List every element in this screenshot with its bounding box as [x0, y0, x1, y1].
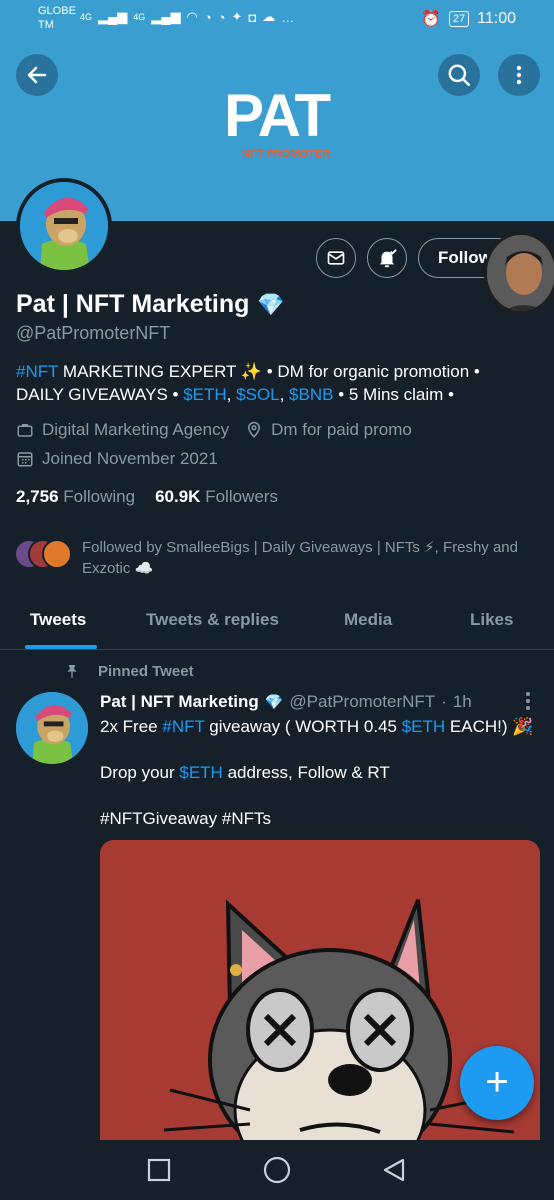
- more-button[interactable]: [498, 54, 540, 96]
- chat-head-bubble[interactable]: [484, 232, 554, 314]
- tweet-header: Pat | NFT Marketing 💎 @PatPromoterNFT · …: [100, 692, 472, 712]
- home-button[interactable]: [263, 1156, 291, 1184]
- followed-by-row[interactable]: Followed by SmalleeBigs | Daily Giveaway…: [14, 537, 534, 579]
- hashtag-link[interactable]: #NFT: [16, 362, 58, 381]
- tab-tweets-replies[interactable]: Tweets & replies: [146, 610, 279, 630]
- messenger-icon-2: ◔: [217, 9, 226, 25]
- message-button[interactable]: [316, 238, 356, 278]
- instagram-icon: ◘: [248, 9, 257, 25]
- profile-bio: #NFT MARKETING EXPERT ✨ • DM for organic…: [16, 362, 480, 404]
- banner-logo-text: PAT: [224, 82, 331, 149]
- calendar-icon: [17, 452, 33, 467]
- signal-bars-icon-2: ▂▄▆: [151, 9, 181, 24]
- profile-stats: 2,756 Following 60.9K Followers: [16, 487, 278, 507]
- carrier-label: GLOBE TM: [38, 5, 76, 31]
- follower-avatar: [42, 539, 72, 569]
- more-vertical-icon: [526, 692, 530, 710]
- profile-avatar[interactable]: [16, 178, 112, 274]
- followers-stat[interactable]: 60.9K Followers: [155, 487, 278, 507]
- profile-meta-row: Digital Marketing Agency Dm for paid pro…: [16, 420, 412, 440]
- pinned-tweet-label: Pinned Tweet: [64, 662, 194, 680]
- plus-icon: +: [485, 1060, 509, 1104]
- ape-avatar-image: [20, 182, 108, 270]
- profile-location: Dm for paid promo: [271, 420, 412, 439]
- hashtag-link[interactable]: #NFT: [162, 717, 204, 736]
- status-bar: GLOBE TM 4G ▂▄▆ 4G ▂▄▆ ◠ ◔ ◔ ✦ ◘ ☁ … ⏰ 2…: [0, 0, 554, 38]
- diamond-icon: 💎: [257, 291, 285, 317]
- compose-tweet-button[interactable]: +: [460, 1046, 534, 1120]
- cashtag-eth-link[interactable]: $ETH: [402, 717, 445, 736]
- profile-category: Digital Marketing Agency: [42, 420, 230, 439]
- bell-check-icon: [379, 249, 397, 268]
- tweet-time[interactable]: 1h: [453, 692, 472, 712]
- followed-by-text: Followed by SmalleeBigs | Daily Giveaway…: [82, 539, 518, 577]
- tweet-dot: ·: [441, 692, 447, 711]
- pin-icon: [67, 665, 77, 678]
- battery-icon: 27: [448, 11, 470, 27]
- following-stat[interactable]: 2,756 Following: [16, 487, 135, 507]
- profile-joined-row: Joined November 2021: [16, 449, 218, 469]
- recents-button[interactable]: [145, 1156, 173, 1184]
- active-tab-indicator: [25, 645, 97, 649]
- tab-tweets[interactable]: Tweets: [30, 610, 86, 630]
- more-notifications-icon: …: [281, 9, 295, 25]
- search-button[interactable]: [438, 54, 480, 96]
- status-right: ⏰ 27 11:00: [421, 9, 516, 29]
- arrow-left-icon: [27, 66, 47, 84]
- cashtag-eth-link[interactable]: $ETH: [183, 385, 226, 404]
- tweet-author-handle: @PatPromoterNFT: [289, 692, 436, 711]
- banner-logo-subtitle: NFT PROMOTER: [242, 148, 330, 160]
- cashtag-eth-link[interactable]: $ETH: [179, 763, 222, 782]
- tab-media[interactable]: Media: [344, 610, 392, 630]
- twitter-icon: ✦: [231, 9, 243, 24]
- alarm-icon: ⏰: [420, 11, 441, 28]
- mail-icon: [327, 251, 345, 265]
- location-icon: [248, 421, 261, 438]
- profile-handle: @PatPromoterNFT: [16, 323, 171, 343]
- tweet-more-button[interactable]: [520, 690, 536, 718]
- messenger-icon: ◔: [203, 9, 212, 25]
- system-navigation-bar: [0, 1140, 554, 1200]
- cloud-icon: ☁: [262, 9, 276, 24]
- square-icon: [147, 1158, 171, 1182]
- tab-likes[interactable]: Likes: [470, 610, 513, 630]
- tweet-text-line2: Drop your $ETH address, Follow & RT: [100, 763, 390, 782]
- clock: 11:00: [477, 10, 516, 27]
- person-photo: [487, 235, 554, 311]
- signal-bars-icon: ▂▄▆: [98, 9, 128, 24]
- status-icons: 4G ▂▄▆ 4G ▂▄▆ ◠ ◔ ◔ ✦ ◘ ☁ …: [80, 9, 294, 25]
- cashtag-sol-link[interactable]: $SOL: [236, 385, 279, 404]
- profile-joined: Joined November 2021: [42, 449, 218, 468]
- signal-icon-2: 4G: [133, 12, 146, 22]
- circle-icon: [263, 1156, 291, 1184]
- tweet-author-avatar[interactable]: [16, 692, 88, 764]
- search-icon: [448, 64, 470, 86]
- wifi-icon: ◠: [186, 9, 198, 24]
- profile-name: Pat | NFT Marketing 💎: [16, 290, 285, 318]
- triangle-back-icon: [383, 1158, 405, 1182]
- tweet-hashtags[interactable]: #NFTGiveaway #NFTs: [100, 809, 271, 829]
- tweet-text-line1: 2x Free #NFT giveaway ( WORTH 0.45 $ETH …: [100, 717, 534, 736]
- cashtag-bnb-link[interactable]: $BNB: [289, 385, 333, 404]
- more-vertical-icon: [516, 65, 522, 85]
- notifications-button[interactable]: [367, 238, 407, 278]
- ape-avatar-image: [16, 692, 88, 764]
- back-nav-button[interactable]: [380, 1156, 408, 1184]
- profile-tabs: Tweets Tweets & replies Media Likes: [0, 596, 554, 650]
- followed-by-avatars: [14, 537, 74, 569]
- back-button[interactable]: [16, 54, 58, 96]
- briefcase-icon: [17, 424, 33, 437]
- tweet-author-name[interactable]: Pat | NFT Marketing: [100, 692, 259, 712]
- diamond-icon: 💎: [264, 694, 284, 711]
- signal-icon: 4G: [80, 12, 93, 22]
